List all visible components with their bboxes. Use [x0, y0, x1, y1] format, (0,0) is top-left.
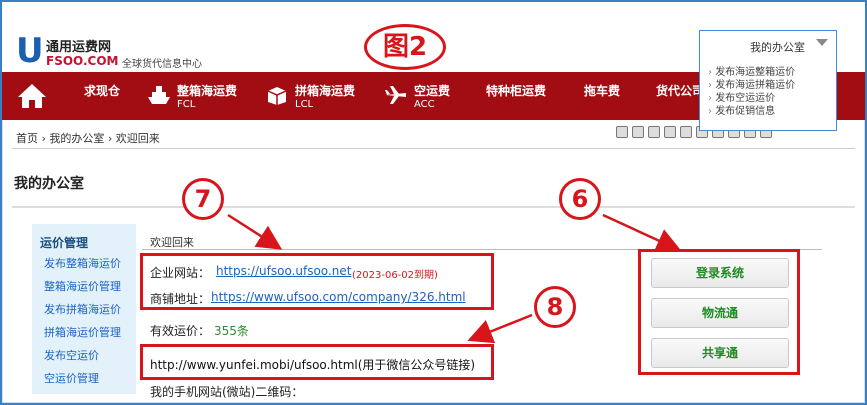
- my-office-dropdown-label: 我的办公室: [750, 41, 805, 54]
- annotation-box-7: [140, 253, 494, 310]
- sidebar-heading: 运价管理: [40, 236, 89, 250]
- menu-item-publish-promo[interactable]: 发布促销信息: [708, 105, 836, 118]
- share-weibo-icon[interactable]: [648, 125, 660, 138]
- rates-label: 有效运价：: [150, 324, 211, 338]
- share-tencent-icon[interactable]: [664, 125, 676, 138]
- box-icon: [267, 87, 287, 105]
- share-qq-icon[interactable]: [616, 125, 628, 138]
- logo-tagline: 全球货代信息中心: [122, 59, 202, 70]
- nav-item-air[interactable]: 空运费 ACC: [384, 72, 464, 120]
- welcome-text: 欢迎回来: [150, 236, 194, 249]
- browser-frame: U 通用运费网 FSOO.COM 全球货代信息中心 图2 我的办公室 发布海运整…: [0, 0, 867, 405]
- nav-item-warehouse[interactable]: 求现仓: [84, 72, 144, 120]
- nav-item-fcl[interactable]: 整箱海运费 FCL: [145, 72, 245, 120]
- sidebar-link-manage-lcl[interactable]: 拼箱海运价管理: [44, 324, 121, 340]
- figure-label: 图2: [364, 24, 446, 70]
- nav-item-lcl[interactable]: 拼箱海运费 LCL: [265, 72, 365, 120]
- menu-item-publish-lcl[interactable]: 发布海运拼箱运价: [708, 79, 836, 92]
- menu-item-publish-air[interactable]: 发布空运运价: [708, 92, 836, 105]
- home-icon[interactable]: [16, 82, 48, 110]
- qr-code-label: 我的手机网站(微站)二维码：: [150, 385, 304, 399]
- sidebar-link-publish-lcl[interactable]: 发布拼箱海运价: [44, 301, 121, 317]
- divider: [12, 206, 855, 208]
- sidebar-link-manage-air[interactable]: 空运价管理: [44, 370, 99, 386]
- ship-icon: [148, 86, 170, 104]
- divider: [12, 148, 855, 149]
- share-renren-icon[interactable]: [680, 125, 692, 138]
- annotation-box-6: [638, 249, 800, 375]
- annotation-number-7: 7: [182, 178, 224, 220]
- my-office-dropdown[interactable]: 我的办公室: [699, 30, 837, 60]
- logo-name-cn[interactable]: 通用运费网: [46, 36, 111, 55]
- annotation-number-6: 6: [559, 178, 601, 220]
- rates-count[interactable]: 355条: [214, 322, 249, 339]
- chevron-down-icon: [816, 39, 828, 46]
- sidebar-link-publish-fcl[interactable]: 发布整箱海运价: [44, 255, 121, 271]
- annotation-number-8: 8: [534, 286, 576, 328]
- nav-item-trucking[interactable]: 拖车费: [584, 72, 634, 120]
- nav-item-special-container[interactable]: 特种柜运费: [486, 72, 566, 120]
- sidebar: 运价管理 发布整箱海运价 整箱海运价管理 发布拼箱海运价 拼箱海运价管理 发布空…: [32, 224, 136, 394]
- sidebar-link-publish-air[interactable]: 发布空运价: [44, 347, 99, 363]
- sidebar-link-manage-fcl[interactable]: 整箱海运价管理: [44, 278, 121, 294]
- page-title: 我的办公室: [14, 176, 84, 192]
- breadcrumb[interactable]: 首页 › 我的办公室 › 欢迎回来: [16, 130, 160, 146]
- plane-icon: [385, 86, 406, 104]
- annotation-box-8: [140, 344, 494, 380]
- logo-letter[interactable]: U: [16, 34, 44, 68]
- menu-item-publish-fcl[interactable]: 发布海运整箱运价: [708, 66, 836, 79]
- my-office-menu: 发布海运整箱运价 发布海运拼箱运价 发布空运运价 发布促销信息: [699, 59, 837, 131]
- logo-name-en[interactable]: FSOO.COM: [46, 54, 119, 68]
- share-qzone-icon[interactable]: [632, 125, 644, 138]
